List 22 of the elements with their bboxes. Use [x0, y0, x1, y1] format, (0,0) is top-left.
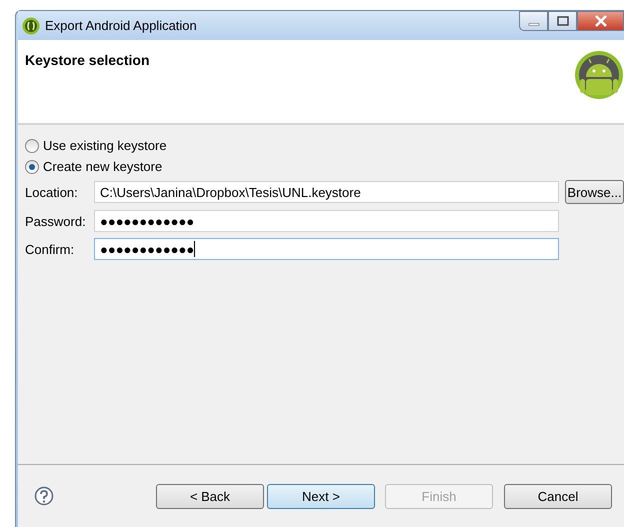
dialog-button[interactable]: Cancel — [504, 484, 612, 508]
field-label: Password: — [25, 214, 87, 228]
field-label: Location: — [25, 184, 79, 200]
radio-option[interactable]: Use existing keystore — [25, 138, 624, 153]
dialog-button[interactable]: Next > — [267, 484, 375, 508]
field-label: Confirm: — [25, 242, 76, 256]
app-icon — [22, 16, 40, 34]
input-field[interactable]: ●●●●●●●●●●●● — [94, 238, 559, 260]
browse-button[interactable]: Browse... — [565, 180, 624, 204]
close-button[interactable] — [577, 11, 624, 31]
maximize-button[interactable] — [548, 11, 577, 31]
close-icon — [594, 15, 608, 27]
input-field[interactable]: ●●●●●●●●●●●● — [94, 210, 559, 232]
help-icon[interactable] — [34, 486, 54, 506]
minimize-icon — [528, 23, 540, 26]
page-title: Keystore selection — [25, 52, 150, 68]
minimize-button[interactable] — [519, 11, 548, 31]
window-title: Export Android Application — [45, 18, 197, 33]
dialog-button[interactable]: < Back — [156, 484, 264, 508]
radio-option[interactable]: Create new keystore — [25, 159, 624, 174]
input-field[interactable]: C:\Users\Janina\Dropbox\Tesis\UNL.keystore — [94, 181, 559, 203]
maximize-icon — [556, 16, 568, 26]
